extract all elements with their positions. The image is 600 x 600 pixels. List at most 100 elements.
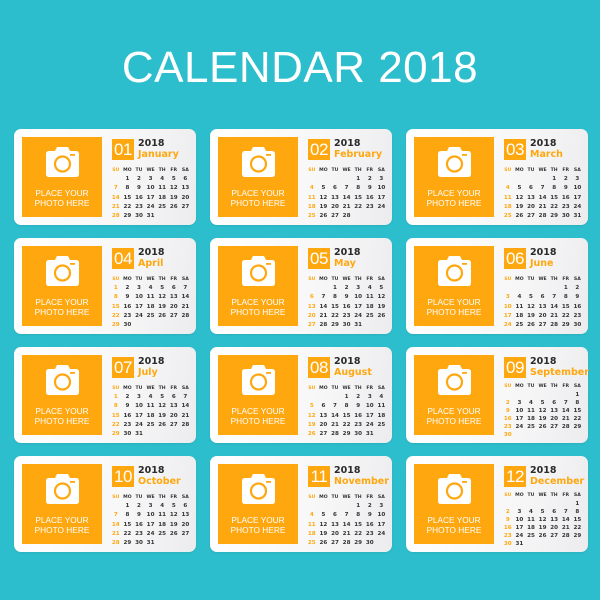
day-cell[interactable]: 7 [329, 402, 341, 411]
photo-placeholder[interactable]: PLACE YOUR PHOTO HERE [218, 246, 298, 326]
day-cell[interactable]: 26 [156, 312, 168, 321]
day-cell[interactable]: 8 [572, 399, 584, 407]
day-cell[interactable]: 23 [364, 530, 376, 539]
day-cell[interactable]: 4 [145, 393, 157, 402]
day-cell[interactable]: 14 [548, 303, 560, 312]
day-cell[interactable]: 19 [306, 421, 318, 430]
day-cell[interactable]: 30 [122, 321, 134, 330]
day-cell[interactable]: 17 [133, 303, 145, 312]
day-cell[interactable]: 28 [341, 539, 353, 548]
day-cell[interactable]: 30 [352, 430, 364, 439]
day-cell[interactable]: 1 [329, 284, 341, 293]
day-cell[interactable]: 29 [110, 430, 122, 439]
day-cell[interactable]: 30 [364, 539, 376, 548]
day-cell[interactable]: 12 [168, 184, 180, 193]
day-cell[interactable]: 31 [145, 539, 157, 548]
day-cell[interactable]: 9 [122, 402, 134, 411]
day-cell[interactable]: 4 [364, 284, 376, 293]
day-cell[interactable]: 2 [122, 284, 134, 293]
day-cell[interactable]: 14 [110, 194, 122, 203]
day-cell[interactable]: 23 [122, 421, 134, 430]
day-cell[interactable]: 10 [514, 407, 526, 415]
day-cell[interactable]: 27 [168, 312, 180, 321]
day-cell[interactable]: 13 [168, 293, 180, 302]
day-cell[interactable]: 26 [168, 530, 180, 539]
photo-placeholder[interactable]: PLACE YOUR PHOTO HERE [414, 246, 494, 326]
day-cell[interactable]: 8 [572, 508, 584, 516]
day-cell[interactable]: 8 [122, 184, 134, 193]
day-cell[interactable]: 3 [376, 175, 388, 184]
day-cell[interactable]: 1 [110, 393, 122, 402]
day-cell[interactable]: 25 [306, 539, 318, 548]
day-cell[interactable]: 16 [122, 303, 134, 312]
day-cell[interactable]: 31 [572, 212, 584, 221]
day-cell[interactable]: 25 [525, 532, 537, 540]
day-cell[interactable]: 23 [560, 203, 572, 212]
day-cell[interactable]: 8 [341, 402, 353, 411]
day-cell[interactable]: 8 [122, 511, 134, 520]
day-cell[interactable]: 23 [341, 312, 353, 321]
day-cell[interactable]: 6 [329, 184, 341, 193]
day-cell[interactable]: 21 [329, 421, 341, 430]
day-cell[interactable]: 11 [525, 407, 537, 415]
day-cell[interactable]: 24 [145, 203, 157, 212]
day-cell[interactable]: 29 [352, 539, 364, 548]
day-cell[interactable]: 11 [376, 402, 388, 411]
photo-placeholder[interactable]: PLACE YOUR PHOTO HERE [22, 355, 102, 435]
day-cell[interactable]: 10 [502, 303, 514, 312]
photo-placeholder[interactable]: PLACE YOUR PHOTO HERE [414, 464, 494, 544]
day-cell[interactable]: 3 [352, 284, 364, 293]
day-cell[interactable]: 16 [133, 194, 145, 203]
day-cell[interactable]: 20 [180, 521, 192, 530]
day-cell[interactable]: 4 [376, 393, 388, 402]
day-cell[interactable]: 18 [376, 412, 388, 421]
day-cell[interactable]: 3 [133, 393, 145, 402]
day-cell[interactable]: 2 [502, 399, 514, 407]
day-cell[interactable]: 27 [537, 321, 549, 330]
day-cell[interactable]: 20 [168, 412, 180, 421]
day-cell[interactable]: 2 [560, 175, 572, 184]
day-cell[interactable]: 11 [156, 511, 168, 520]
day-cell[interactable]: 11 [525, 516, 537, 524]
day-cell[interactable]: 6 [548, 508, 560, 516]
day-cell[interactable]: 10 [514, 516, 526, 524]
day-cell[interactable]: 19 [537, 415, 549, 423]
day-cell[interactable]: 5 [537, 508, 549, 516]
day-cell[interactable]: 2 [341, 284, 353, 293]
day-cell[interactable]: 22 [110, 312, 122, 321]
day-cell[interactable]: 21 [537, 203, 549, 212]
day-cell[interactable]: 5 [168, 502, 180, 511]
day-cell[interactable]: 3 [502, 293, 514, 302]
day-cell[interactable]: 22 [352, 530, 364, 539]
day-cell[interactable]: 8 [548, 184, 560, 193]
day-cell[interactable]: 6 [306, 293, 318, 302]
day-cell[interactable]: 3 [145, 502, 157, 511]
day-cell[interactable]: 30 [341, 321, 353, 330]
day-cell[interactable]: 19 [318, 530, 330, 539]
day-cell[interactable]: 15 [122, 194, 134, 203]
day-cell[interactable]: 15 [352, 194, 364, 203]
day-cell[interactable]: 13 [329, 194, 341, 203]
day-cell[interactable]: 20 [329, 530, 341, 539]
day-cell[interactable]: 17 [572, 194, 584, 203]
photo-placeholder[interactable]: PLACE YOUR PHOTO HERE [414, 355, 494, 435]
photo-placeholder[interactable]: PLACE YOUR PHOTO HERE [414, 137, 494, 217]
day-cell[interactable]: 12 [318, 521, 330, 530]
photo-placeholder[interactable]: PLACE YOUR PHOTO HERE [22, 464, 102, 544]
day-cell[interactable]: 14 [318, 303, 330, 312]
day-cell[interactable]: 2 [364, 502, 376, 511]
day-cell[interactable]: 25 [514, 321, 526, 330]
day-cell[interactable]: 13 [180, 511, 192, 520]
day-cell[interactable]: 29 [572, 532, 584, 540]
photo-placeholder[interactable]: PLACE YOUR PHOTO HERE [218, 137, 298, 217]
day-cell[interactable]: 22 [572, 524, 584, 532]
day-cell[interactable]: 28 [180, 312, 192, 321]
day-cell[interactable]: 17 [364, 412, 376, 421]
day-cell[interactable]: 27 [548, 423, 560, 431]
day-cell[interactable]: 7 [318, 293, 330, 302]
day-cell[interactable]: 10 [364, 402, 376, 411]
day-cell[interactable]: 6 [168, 393, 180, 402]
day-cell[interactable]: 24 [572, 203, 584, 212]
day-cell[interactable]: 22 [548, 203, 560, 212]
day-cell[interactable]: 21 [110, 530, 122, 539]
